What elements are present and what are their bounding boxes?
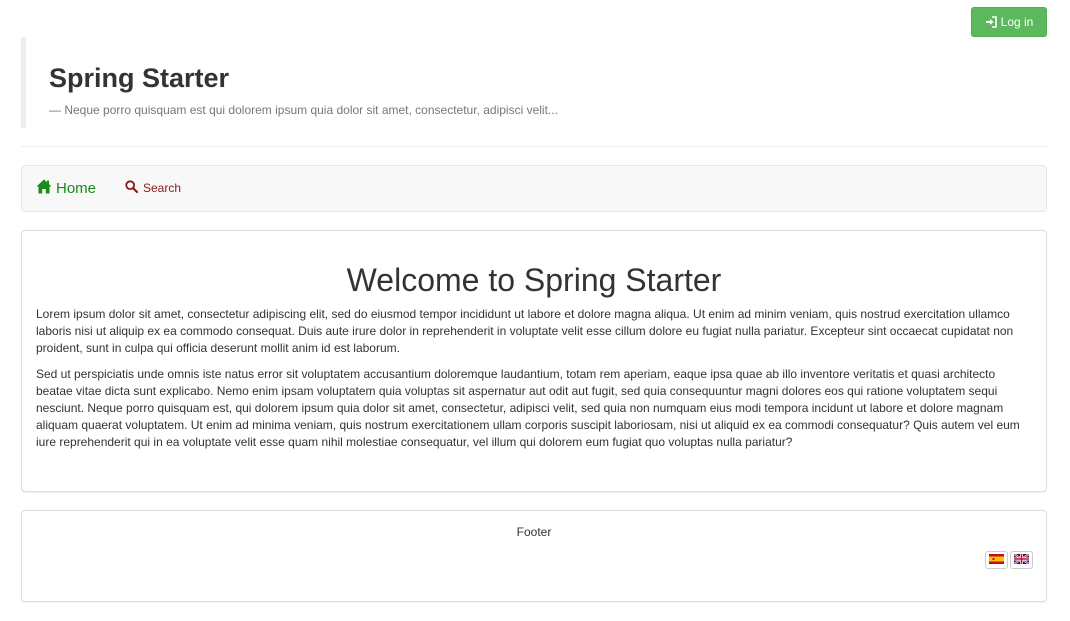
language-english-button[interactable] <box>1010 551 1033 569</box>
nav-item-search-label: Search <box>143 181 182 195</box>
navbar: Home Search <box>21 165 1047 212</box>
body-paragraph: Sed ut perspiciatis unde omnis iste natu… <box>36 367 1020 449</box>
home-icon <box>36 179 52 198</box>
site-tagline: — Neque porro quisquam est qui dolorem i… <box>49 103 558 117</box>
header-divider <box>21 146 1047 147</box>
page-footer: Footer <box>21 510 1047 602</box>
site-title: Spring Starter <box>49 63 230 93</box>
page-header: Spring Starter — Neque porro quisquam es… <box>21 37 1047 128</box>
spain-flag-icon <box>989 553 1004 567</box>
sign-in-icon <box>985 16 997 28</box>
language-spanish-button[interactable] <box>985 551 1008 569</box>
nav-item-search[interactable]: Search <box>125 180 181 196</box>
login-label: Log in <box>1000 15 1034 29</box>
uk-flag-icon <box>1013 553 1030 567</box>
language-selector <box>985 551 1033 569</box>
nav-item-home-label: Home <box>56 180 97 197</box>
welcome-heading: Welcome to Spring Starter <box>346 262 722 298</box>
login-button[interactable]: Log in <box>971 7 1047 37</box>
main-panel: Welcome to Spring Starter Lorem ipsum do… <box>21 230 1047 492</box>
footer-text: Footer <box>516 525 552 539</box>
nav-item-home[interactable]: Home <box>36 179 96 198</box>
intro-paragraph: Lorem ipsum dolor sit amet, consectetur … <box>36 307 1014 355</box>
search-icon <box>125 180 139 196</box>
